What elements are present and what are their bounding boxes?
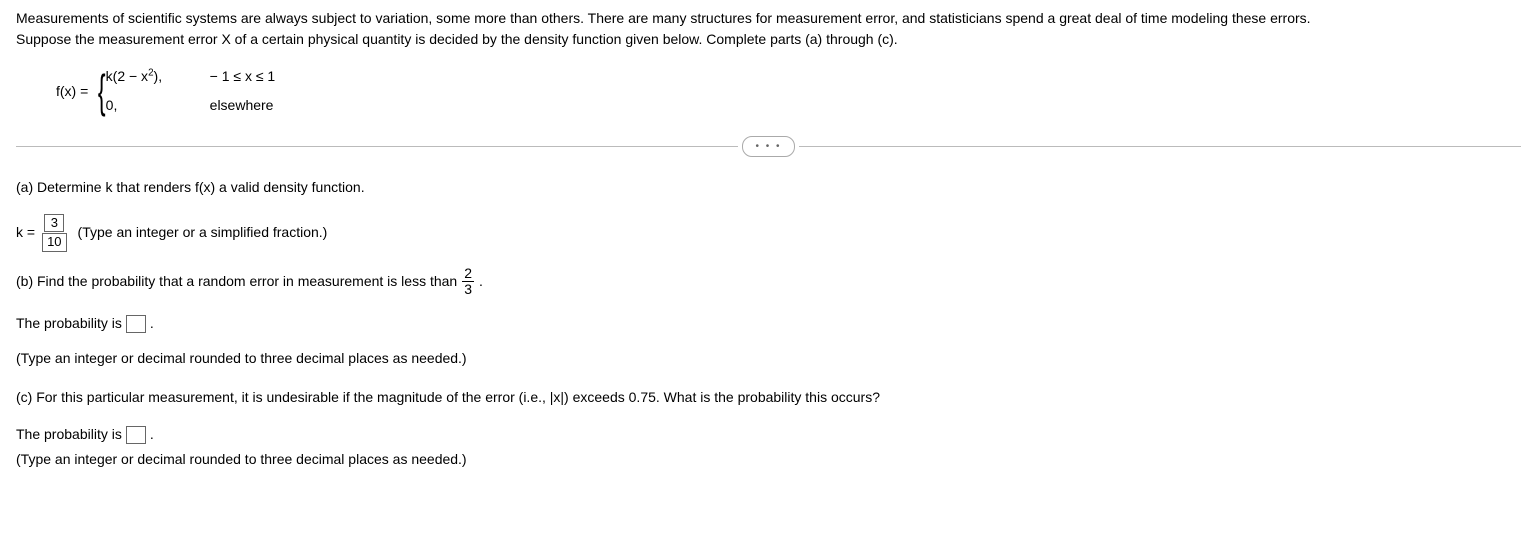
part-c-answer-input[interactable] xyxy=(126,426,146,444)
intro-line-1: Measurements of scientific systems are a… xyxy=(16,8,1521,29)
k-label: k = xyxy=(16,222,35,243)
part-c-answer-label: The probability is xyxy=(16,424,122,445)
expand-button[interactable]: • • • xyxy=(742,136,794,157)
part-c-answer-row: The probability is . xyxy=(16,424,1521,445)
k-answer-fraction: 3 10 xyxy=(42,214,66,252)
fraction-two-thirds: 2 3 xyxy=(462,266,474,298)
case-2: 0, elsewhere xyxy=(106,95,276,116)
part-b-answer-input[interactable] xyxy=(126,315,146,333)
part-a-prompt: (a) Determine k that renders f(x) a vali… xyxy=(16,177,1521,198)
part-a-answer-row: k = 3 10 (Type an integer or a simplifie… xyxy=(16,214,1521,252)
left-brace-icon: { xyxy=(98,68,106,114)
part-b-hint: (Type an integer or decimal rounded to t… xyxy=(16,348,1521,369)
part-b-answer-row: The probability is . xyxy=(16,313,1521,334)
part-b-prompt: (b) Find the probability that a random e… xyxy=(16,266,1521,298)
part-c-hint: (Type an integer or decimal rounded to t… xyxy=(16,449,1521,470)
k-numerator-input[interactable]: 3 xyxy=(44,214,64,232)
formula-lhs: f(x) = xyxy=(56,81,88,102)
case-1-condition: − 1 ≤ x ≤ 1 xyxy=(210,66,276,87)
section-divider: • • • xyxy=(16,136,1521,157)
k-denominator-input[interactable]: 10 xyxy=(42,233,66,251)
density-function-formula: f(x) = { k(2 − x2), − 1 ≤ x ≤ 1 0, elsew… xyxy=(56,66,1521,116)
problem-intro: Measurements of scientific systems are a… xyxy=(16,8,1521,50)
part-c-prompt: (c) For this particular measurement, it … xyxy=(16,387,1521,408)
intro-line-2: Suppose the measurement error X of a cer… xyxy=(16,29,1521,50)
part-a-hint: (Type an integer or a simplified fractio… xyxy=(78,222,328,243)
part-b-answer-label: The probability is xyxy=(16,313,122,334)
case-1: k(2 − x2), − 1 ≤ x ≤ 1 xyxy=(106,66,276,87)
case-2-condition: elsewhere xyxy=(210,95,274,116)
